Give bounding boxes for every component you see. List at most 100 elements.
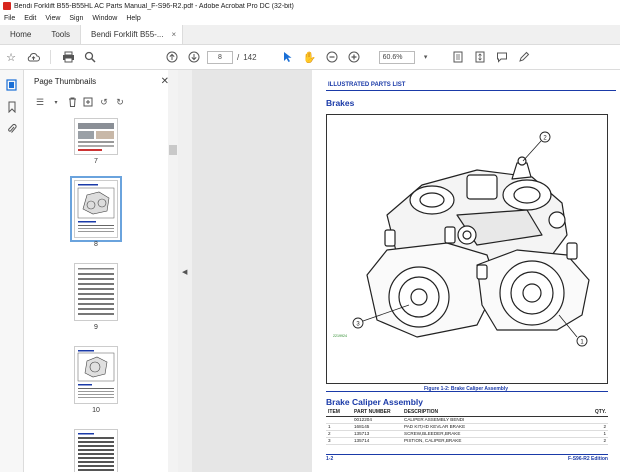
thumbnail-page-9[interactable] <box>74 263 118 321</box>
cell-part: 135713 <box>352 430 402 438</box>
rotate-counterclockwise-icon[interactable]: ↺ <box>98 96 110 108</box>
thumbnails-panel-title: Page Thumbnails <box>34 76 97 86</box>
page-heading: Brakes <box>326 98 355 108</box>
caption-rule <box>326 391 608 392</box>
attachment-paperclip-icon[interactable] <box>5 122 19 136</box>
toolbar: ☆ 8 / 142 ✋ 60.6% ▾ <box>0 45 620 70</box>
toolbar-separator <box>50 50 51 64</box>
cell-desc: SCREW,BLEEDER,BRAKE <box>402 430 584 438</box>
col-part-number: PART NUMBER <box>352 409 402 417</box>
thumbnail-page-11[interactable] <box>74 429 118 472</box>
thumbnail-label: 9 <box>94 324 98 331</box>
header-rule <box>326 90 616 91</box>
footer-rule <box>326 454 608 455</box>
document-viewer: ILLUSTRATED PARTS LIST Brakes 2 1 3 2219… <box>192 70 620 472</box>
page-separator: / <box>237 52 240 62</box>
tab-tools[interactable]: Tools <box>41 25 80 44</box>
left-navigation-rail <box>0 70 24 472</box>
search-icon[interactable] <box>82 49 98 65</box>
thumbnails-toolbar: ☰ ▾ ↺ ↻ <box>24 92 177 112</box>
tab-document[interactable]: Bendi Forklift B55-... × <box>80 25 184 44</box>
hand-tool-icon[interactable]: ✋ <box>302 49 318 65</box>
chevron-down-icon[interactable]: ▾ <box>418 49 434 65</box>
window-title: Bendi Forklift B55-B55HL AC Parts Manual… <box>14 2 294 10</box>
col-item: ITEM <box>326 409 352 417</box>
window-title-bar: Bendi Forklift B55-B55HL AC Parts Manual… <box>0 0 620 12</box>
brake-caliper-drawing: 2 1 3 2219924 <box>333 131 590 347</box>
tab-document-label: Bendi Forklift B55-... <box>91 30 164 39</box>
cell-desc: PISTION, CALIPER,BRAKE <box>402 437 584 445</box>
thumbnail-label: 8 <box>94 241 98 248</box>
cell-qty: 1 <box>584 430 608 438</box>
page-footer-edition: F-S96-R2 Edition <box>567 456 608 462</box>
cell-item: 2 <box>326 430 352 438</box>
thumbnail-list: 7 8 9 10 <box>24 118 168 472</box>
thumbnails-scrollbar[interactable] <box>168 70 178 472</box>
table-title: Brake Caliper Assembly <box>326 397 424 407</box>
menu-window[interactable]: Window <box>92 15 117 22</box>
page-thumbnails-icon[interactable] <box>5 78 19 92</box>
thumbnail-label: 10 <box>92 407 100 414</box>
menu-sign[interactable]: Sign <box>69 15 83 22</box>
cell-part: 0012204 <box>352 416 402 424</box>
cell-qty <box>584 416 608 424</box>
menu-help[interactable]: Help <box>126 15 140 22</box>
cell-item <box>326 416 352 424</box>
highlight-pen-icon[interactable] <box>516 49 532 65</box>
page-number-input[interactable]: 8 <box>207 50 233 64</box>
comment-icon[interactable] <box>494 49 510 65</box>
close-icon[interactable]: × <box>172 30 177 39</box>
select-cursor-icon[interactable] <box>280 49 296 65</box>
tab-bar: Home Tools Bendi Forklift B55-... × <box>0 25 620 45</box>
thumbnail-page-8[interactable] <box>70 176 122 242</box>
menu-bar: File Edit View Sign Window Help <box>0 12 620 25</box>
zoom-in-icon[interactable] <box>346 49 362 65</box>
table-row: 0012204 CALIPER ASSEMBLY BENDI <box>326 416 608 424</box>
col-description: DESCRIPTION <box>402 409 584 417</box>
fit-page-icon[interactable] <box>450 49 466 65</box>
cell-desc: CALIPER ASSEMBLY BENDI <box>402 416 584 424</box>
thumbnail-label: 7 <box>94 158 98 165</box>
acrobat-app-icon <box>3 2 11 10</box>
cell-part: 135714 <box>352 437 402 445</box>
bookmark-star-icon[interactable]: ☆ <box>3 49 19 65</box>
parts-table: ITEM PART NUMBER DESCRIPTION QTY. 001220… <box>326 409 608 445</box>
menu-view[interactable]: View <box>45 15 60 22</box>
menu-edit[interactable]: Edit <box>24 15 36 22</box>
print-icon[interactable] <box>60 49 76 65</box>
pdf-page: ILLUSTRATED PARTS LIST Brakes 2 1 3 2219… <box>312 70 620 472</box>
thumbnail-page-7[interactable] <box>74 118 118 155</box>
options-menu-icon[interactable]: ☰ <box>34 96 46 108</box>
upload-cloud-icon[interactable] <box>25 49 41 65</box>
next-page-icon[interactable] <box>186 49 202 65</box>
tab-home[interactable]: Home <box>0 25 41 44</box>
scrollbar-thumb[interactable] <box>169 145 177 155</box>
col-qty: QTY. <box>584 409 608 417</box>
table-row: 2 135713 SCREW,BLEEDER,BRAKE 1 <box>326 430 608 438</box>
cell-item: 3 <box>326 437 352 445</box>
rotate-clockwise-icon[interactable]: ↻ <box>114 96 126 108</box>
zoom-level-input[interactable]: 60.6% <box>378 50 415 64</box>
bookmark-icon[interactable] <box>5 100 19 114</box>
cell-qty: 2 <box>584 437 608 445</box>
thumbnail-page-10[interactable] <box>74 346 118 404</box>
brake-caliper-figure: 2 1 3 2219924 <box>326 114 608 384</box>
cell-qty: 2 <box>584 423 608 431</box>
table-header-row: ITEM PART NUMBER DESCRIPTION QTY. <box>326 409 608 417</box>
zoom-out-icon[interactable] <box>324 49 340 65</box>
section-header: ILLUSTRATED PARTS LIST <box>328 82 406 88</box>
chevron-down-icon[interactable]: ▾ <box>50 96 62 108</box>
insert-page-icon[interactable] <box>82 96 94 108</box>
delete-page-icon[interactable] <box>66 96 78 108</box>
scroll-mode-icon[interactable] <box>472 49 488 65</box>
table-row: 1 168145 PAD KIT,HD KEVLAR BRAKE 2 <box>326 423 608 431</box>
table-row: 3 135714 PISTION, CALIPER,BRAKE 2 <box>326 437 608 445</box>
page-total: 142 <box>243 52 257 62</box>
menu-file[interactable]: File <box>4 15 15 22</box>
panel-splitter[interactable]: ◀ <box>178 70 192 472</box>
collapse-panel-icon[interactable]: ◀ <box>182 268 187 276</box>
previous-page-icon[interactable] <box>164 49 180 65</box>
cell-desc: PAD KIT,HD KEVLAR BRAKE <box>402 423 584 431</box>
cell-item: 1 <box>326 423 352 431</box>
page-thumbnails-panel: Page Thumbnails ✕ ☰ ▾ ↺ ↻ 7 8 9 10 <box>24 70 178 472</box>
